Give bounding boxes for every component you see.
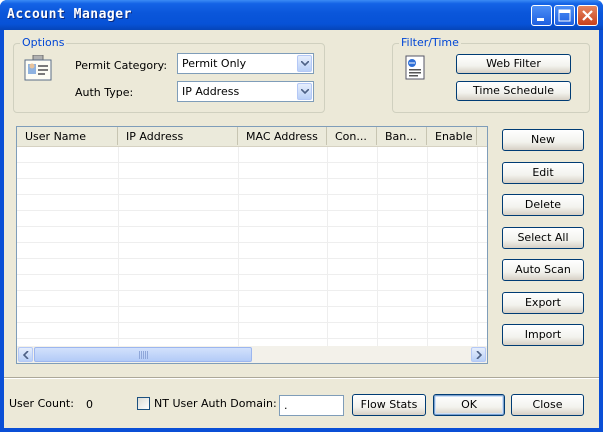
table-header: User Name IP Address MAC Address Con... … — [17, 127, 487, 147]
filter-time-group-title: Filter/Time — [399, 36, 461, 49]
chevron-left-icon — [23, 351, 29, 359]
auth-type-value: IP Address — [182, 85, 240, 98]
user-count-label: User Count: — [9, 397, 74, 410]
auth-type-select[interactable]: IP Address — [177, 81, 314, 102]
delete-button[interactable]: Delete — [502, 194, 584, 216]
title-bar[interactable]: Account Manager — [0, 0, 603, 30]
permit-category-value: Permit Only — [182, 57, 247, 70]
column-enable[interactable]: Enable — [427, 127, 477, 145]
chevron-right-icon — [476, 351, 482, 359]
web-filter-button[interactable]: Web Filter — [456, 54, 571, 74]
column-bandwidth[interactable]: Ban... — [377, 127, 427, 145]
ok-button[interactable]: OK — [433, 394, 505, 416]
nt-user-auth-label[interactable]: NT User Auth Domain: — [154, 397, 277, 410]
filter-time-group: Filter/Time Web Filter Time Schedule — [392, 36, 590, 113]
minimize-button[interactable] — [531, 5, 552, 26]
minimize-icon — [537, 18, 544, 21]
new-button[interactable]: New — [502, 129, 584, 151]
column-user-name[interactable]: User Name — [17, 127, 118, 145]
select-all-button[interactable]: Select All — [502, 227, 584, 249]
maximize-button[interactable] — [554, 5, 575, 26]
close-window-button[interactable] — [577, 5, 598, 26]
scroll-right-button[interactable] — [471, 347, 486, 362]
scroll-left-button[interactable] — [18, 347, 33, 362]
options-group-title: Options — [20, 36, 67, 49]
account-manager-window: Account Manager Options Permit Category: — [0, 0, 603, 432]
auth-domain-input[interactable]: . — [279, 395, 344, 416]
permit-category-select[interactable]: Permit Only — [177, 53, 314, 74]
table-body — [17, 147, 487, 347]
chevron-down-icon[interactable] — [297, 83, 312, 100]
horizontal-scrollbar[interactable] — [17, 346, 487, 363]
time-schedule-button[interactable]: Time Schedule — [456, 81, 571, 101]
auth-type-label: Auth Type: — [75, 86, 134, 99]
export-button[interactable]: Export — [502, 292, 584, 314]
close-icon — [582, 10, 593, 21]
auto-scan-button[interactable]: Auto Scan — [502, 259, 584, 281]
maximize-icon — [558, 9, 571, 22]
user-list-table[interactable]: User Name IP Address MAC Address Con... … — [16, 126, 488, 364]
dialog-body: Options Permit Category: Permit Only Aut… — [4, 30, 599, 428]
nt-user-auth-checkbox[interactable] — [137, 397, 150, 410]
window-title: Account Manager — [7, 7, 132, 22]
options-group: Options Permit Category: Permit Only Aut… — [13, 36, 325, 113]
column-connection[interactable]: Con... — [327, 127, 377, 145]
auth-domain-value: . — [284, 399, 288, 412]
flow-stats-button[interactable]: Flow Stats — [352, 394, 426, 416]
close-button[interactable]: Close — [511, 394, 584, 416]
user-count-value: 0 — [86, 398, 93, 411]
scrollbar-thumb[interactable] — [34, 347, 252, 362]
document-icon — [405, 55, 425, 80]
column-mac-address[interactable]: MAC Address — [238, 127, 327, 145]
import-button[interactable]: Import — [502, 324, 584, 346]
column-ip-address[interactable]: IP Address — [118, 127, 238, 145]
chevron-down-icon[interactable] — [297, 55, 312, 72]
id-card-icon — [24, 55, 52, 81]
permit-category-label: Permit Category: — [75, 59, 168, 72]
edit-button[interactable]: Edit — [502, 162, 584, 184]
